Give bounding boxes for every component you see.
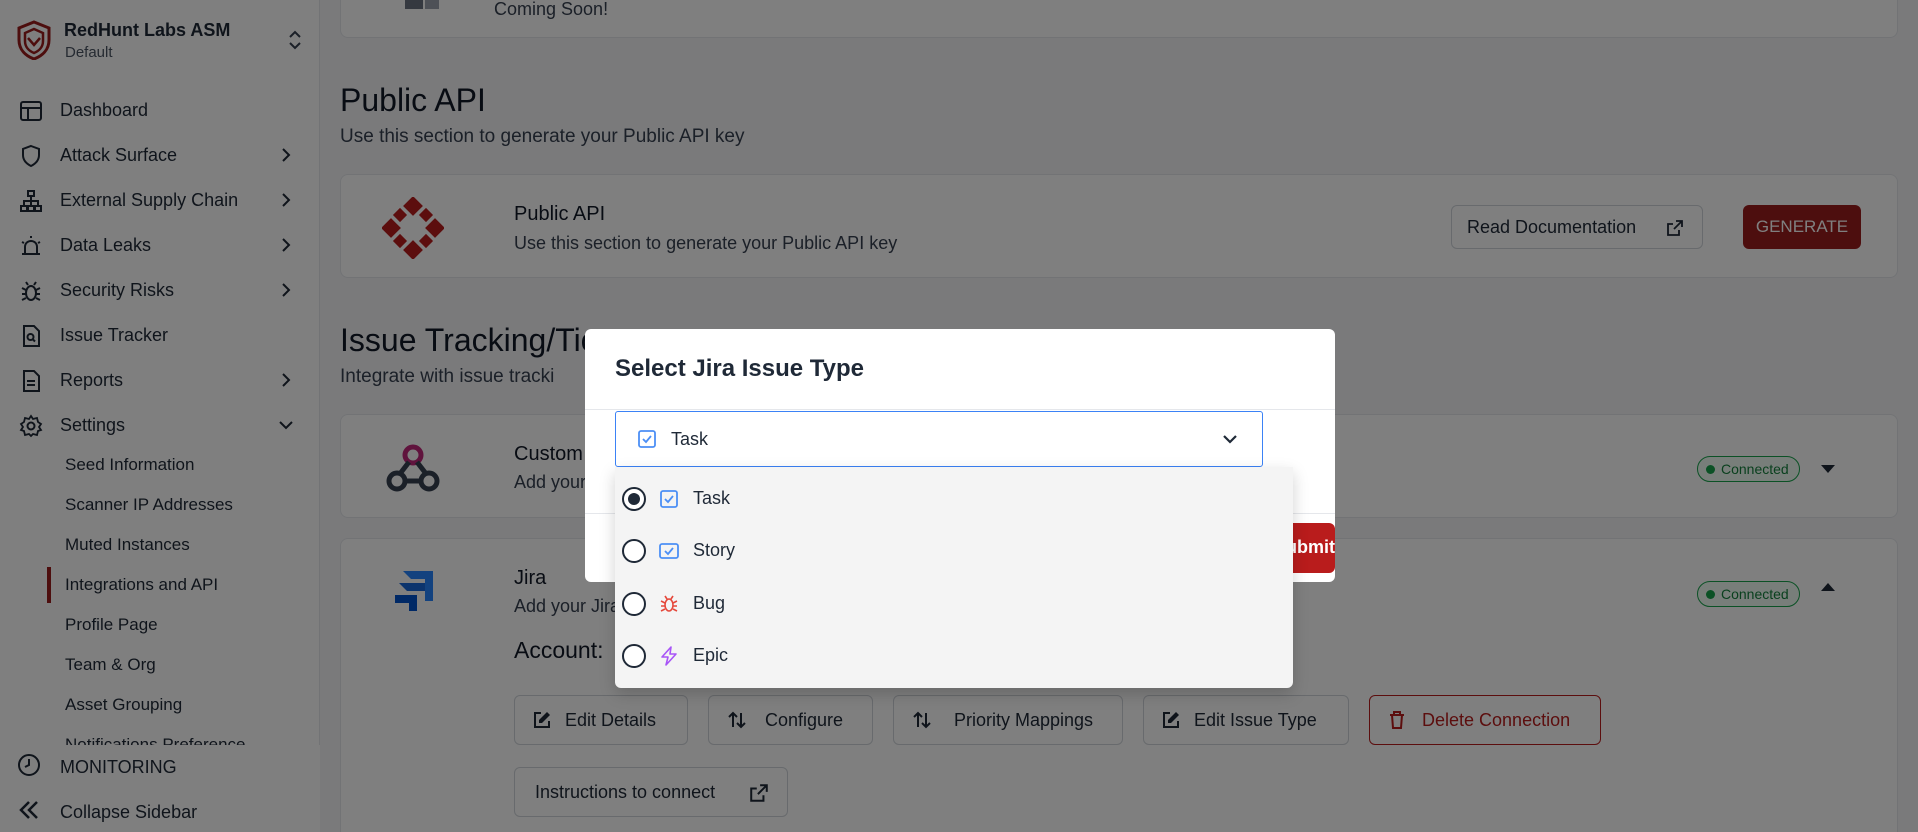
task-checkbox-icon xyxy=(660,490,678,508)
story-icon xyxy=(659,543,679,559)
radio-button[interactable] xyxy=(622,592,646,616)
radio-button[interactable] xyxy=(622,644,646,668)
dropdown-option-story[interactable]: Story xyxy=(615,524,1293,576)
option-label: Story xyxy=(693,540,736,560)
lightning-icon xyxy=(661,646,677,666)
option-label: Bug xyxy=(693,593,726,613)
radio-button[interactable] xyxy=(622,487,646,511)
radio-button[interactable] xyxy=(622,539,646,563)
option-label: Epic xyxy=(693,645,729,665)
issue-type-dropdown: Task Story Bug Epic xyxy=(615,467,1293,688)
modal-title: Select Jira Issue Type xyxy=(615,355,865,382)
modal-divider xyxy=(585,409,1335,410)
chevron-down-icon xyxy=(1223,435,1237,444)
dropdown-option-bug[interactable]: Bug xyxy=(615,577,1293,629)
option-label: Task xyxy=(693,488,731,508)
dropdown-option-epic[interactable]: Epic xyxy=(615,629,1293,681)
bug-icon xyxy=(660,595,678,612)
issue-type-select[interactable]: Task xyxy=(615,411,1263,467)
dropdown-option-task[interactable]: Task xyxy=(615,472,1293,524)
issue-type-selected-value: Task xyxy=(671,429,709,449)
task-checkbox-icon xyxy=(638,430,656,448)
